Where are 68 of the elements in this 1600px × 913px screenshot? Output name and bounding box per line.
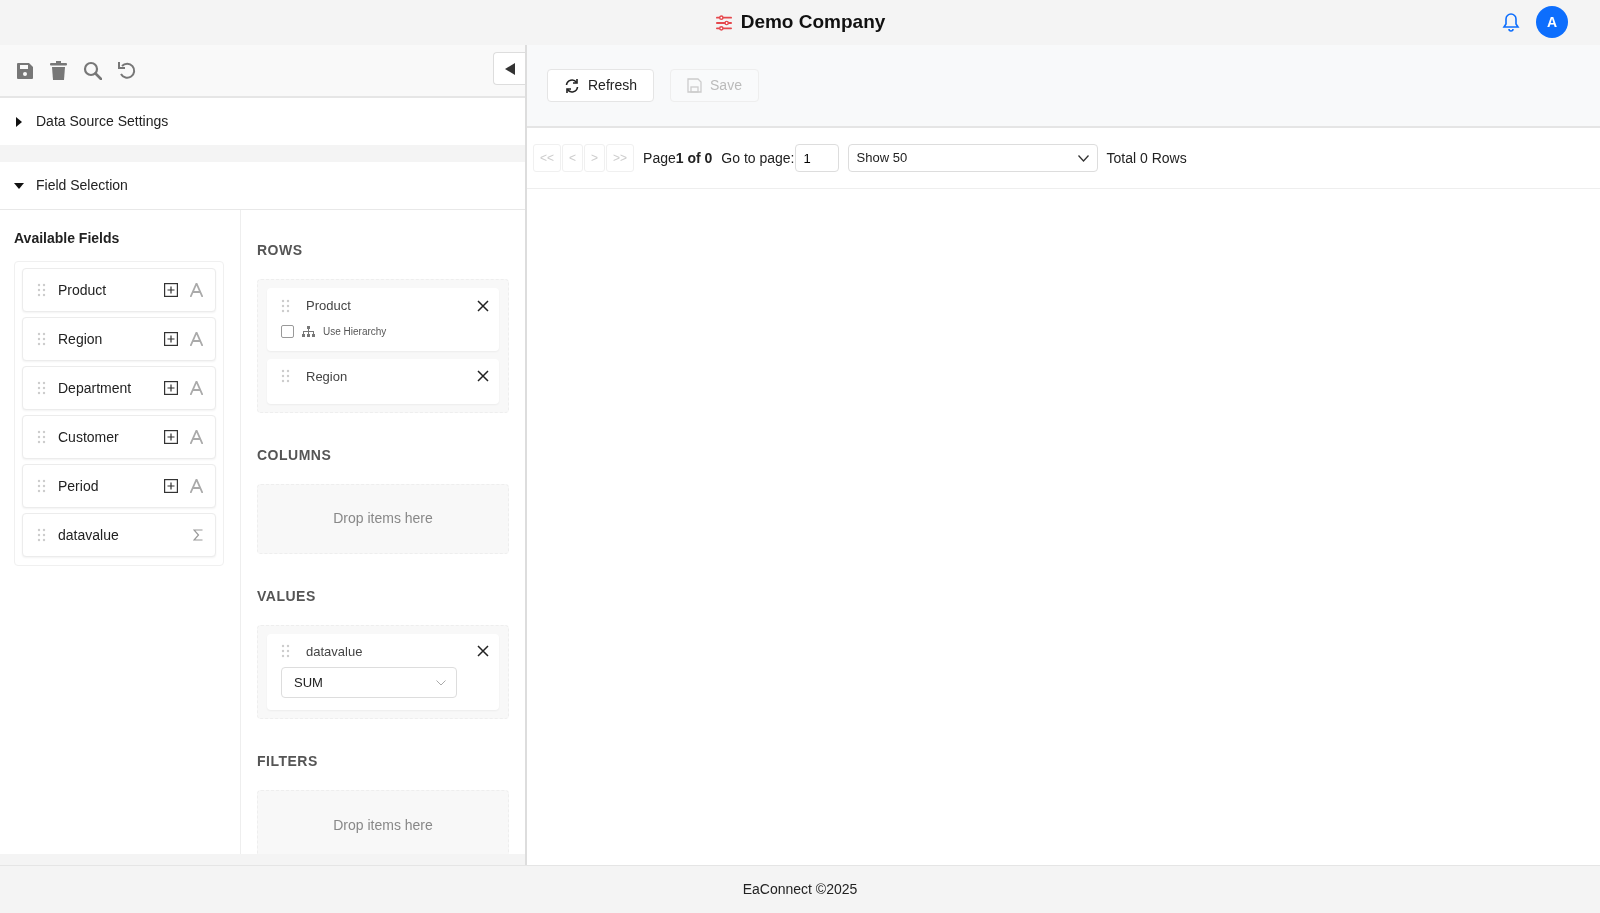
drag-handle-icon (37, 479, 46, 493)
zone-heading: FILTERS (257, 752, 319, 771)
field-name: Product (306, 297, 352, 315)
text-type-icon (190, 332, 203, 346)
close-icon[interactable] (477, 370, 489, 383)
drag-handle-icon (37, 283, 46, 297)
hierarchy-icon (302, 325, 315, 337)
zone-heading: VALUES (257, 586, 317, 606)
drop-hint: Drop items here (333, 509, 433, 528)
aggregation-dropdown[interactable]: SUM (281, 667, 457, 698)
panel-heading: Available Fields (14, 229, 121, 248)
logo-icon (714, 14, 733, 31)
save-icon (687, 78, 703, 93)
text-type-icon (190, 479, 203, 493)
drag-handle-icon (281, 369, 290, 384)
close-icon[interactable] (477, 645, 489, 658)
drag-handle-icon (281, 298, 290, 313)
field-name: datavalue (306, 642, 364, 661)
section-header[interactable]: Data Source Settings (0, 98, 525, 145)
goto-page-label: Go to page: (721, 148, 795, 168)
chevron-down-icon (436, 679, 446, 686)
undo-icon[interactable] (118, 61, 137, 80)
field-item[interactable]: Period (22, 464, 216, 508)
drag-handle-icon (37, 528, 46, 542)
drag-handle-icon (37, 430, 46, 444)
user-avatar[interactable]: A (1536, 6, 1568, 38)
checkbox-label: Use Hierarchy (323, 324, 387, 339)
text-type-icon (190, 381, 203, 395)
refresh-button[interactable]: Refresh (547, 69, 655, 102)
plus-square-icon[interactable] (164, 283, 178, 297)
app-title: Demo Company (740, 10, 886, 35)
plus-square-icon[interactable] (164, 430, 178, 444)
field-item[interactable]: Product (22, 268, 216, 312)
field-item[interactable]: datavalue (22, 513, 216, 557)
collapse-panel-button[interactable] (493, 52, 525, 85)
close-icon[interactable] (477, 299, 489, 312)
page-indicator: Page1 of 0 (643, 148, 713, 168)
drag-handle-icon (37, 381, 46, 395)
drag-handle-icon (37, 332, 46, 346)
field-item[interactable]: Department (22, 366, 216, 410)
plus-square-icon[interactable] (164, 479, 178, 493)
drop-hint: Drop items here (333, 815, 433, 835)
field-name: Region (306, 367, 349, 386)
page-size-select[interactable]: Show 50 (847, 144, 1098, 172)
notification-bell-icon[interactable] (1502, 12, 1520, 32)
drag-handle-icon (281, 644, 290, 659)
plus-square-icon[interactable] (164, 332, 178, 346)
sigma-icon (193, 529, 203, 541)
zone-heading: COLUMNS (257, 445, 333, 465)
field-item[interactable]: Region (22, 317, 216, 361)
zone-heading: ROWS (257, 241, 304, 260)
search-icon[interactable] (83, 61, 102, 80)
chevron-down-icon (1077, 154, 1089, 162)
section-header[interactable]: Field Selection (0, 162, 525, 209)
checkbox[interactable] (281, 324, 294, 338)
refresh-icon (564, 77, 580, 94)
page-number-input[interactable]: 1 (794, 144, 839, 172)
trash-icon[interactable] (50, 61, 67, 80)
total-rows-label: Total 0 Rows (1106, 148, 1187, 168)
field-item[interactable]: Customer (22, 415, 216, 459)
caret-icon (14, 116, 24, 127)
text-type-icon (190, 283, 203, 297)
plus-square-icon[interactable] (164, 381, 178, 395)
caret-icon (504, 62, 515, 75)
footer-text: EaConnect ©2025 (0, 865, 1600, 913)
caret-icon (14, 180, 24, 191)
save-icon[interactable] (16, 61, 34, 80)
text-type-icon (190, 430, 203, 444)
